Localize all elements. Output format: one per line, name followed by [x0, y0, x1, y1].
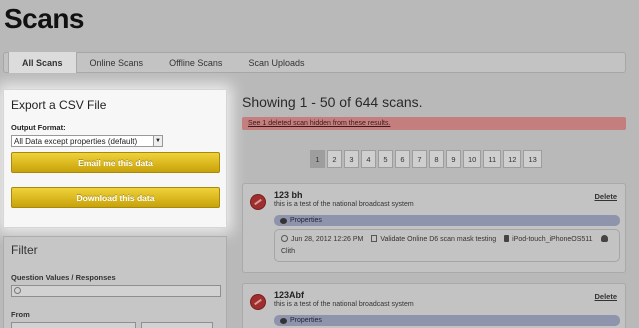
output-format-label: Output Format: [11, 123, 66, 132]
page-button[interactable]: 6 [395, 150, 410, 168]
properties-label: Properties [290, 317, 322, 324]
scan-date: Jun 28, 2012 12:26 PM [281, 235, 363, 243]
properties-label: Properties [290, 217, 322, 224]
scan-status-icon [250, 194, 266, 210]
page-button[interactable]: 4 [361, 150, 376, 168]
page-button[interactable]: 12 [503, 150, 522, 168]
delete-scan-link[interactable]: Delete [594, 292, 617, 301]
page-button-current[interactable]: 1 [310, 150, 325, 168]
deleted-scan-banner: See 1 deleted scan hidden from these res… [242, 117, 626, 130]
scan-description: this is a test of the national broadcast… [274, 301, 414, 308]
tab-scan-uploads[interactable]: Scan Uploads [235, 53, 317, 72]
output-format-select[interactable]: All Data except properties (default) ▼ [11, 135, 163, 147]
delete-scan-link[interactable]: Delete [594, 192, 617, 201]
email-data-button[interactable]: Email me this data [11, 152, 220, 173]
from-label: From [11, 310, 30, 319]
scan-title[interactable]: 123Abf [274, 290, 618, 300]
scan-description: this is a test of the national broadcast… [274, 201, 414, 208]
scan-card: 123Abf this is a test of the national br… [242, 283, 626, 328]
scan-test-name: Validate Online D6 scan mask testing [371, 235, 496, 243]
user-icon [600, 235, 608, 242]
page-button[interactable]: 11 [483, 150, 502, 168]
question-search-input[interactable] [11, 285, 221, 297]
phone-icon [504, 235, 510, 242]
page-button[interactable]: 10 [463, 150, 482, 168]
results-heading: Showing 1 - 50 of 644 scans. [242, 94, 423, 110]
scan-card: 123 bh this is a test of the national br… [242, 183, 626, 273]
output-format-value: All Data except properties (default) [14, 136, 138, 146]
export-csv-panel: Export a CSV File Output Format: All Dat… [3, 89, 227, 228]
page-button[interactable]: 9 [446, 150, 461, 168]
scan-device: iPod-touch_iPhoneOS511 [504, 235, 593, 243]
scan-title[interactable]: 123 bh [274, 190, 618, 200]
page-button[interactable]: 7 [412, 150, 427, 168]
document-icon [371, 235, 378, 242]
scan-tabs: All Scans Online Scans Offline Scans Sca… [3, 52, 626, 73]
speech-bubble-icon [280, 317, 287, 324]
pagination: 1 2 3 4 5 6 7 8 9 10 11 12 13 [310, 150, 542, 168]
page-button[interactable]: 8 [429, 150, 444, 168]
filter-panel: Filter Question Values / Responses From [3, 236, 227, 328]
page-title: Scans [4, 3, 85, 34]
tab-online-scans[interactable]: Online Scans [77, 53, 157, 72]
chevron-down-icon: ▼ [153, 136, 162, 146]
tab-offline-scans[interactable]: Offline Scans [156, 53, 235, 72]
from-row [11, 322, 219, 328]
scan-status-icon [250, 294, 266, 310]
search-icon [14, 287, 21, 294]
tab-all-scans[interactable]: All Scans [8, 52, 77, 73]
page-button[interactable]: 2 [327, 150, 342, 168]
page-button[interactable]: 13 [523, 150, 542, 168]
page-button[interactable]: 5 [378, 150, 393, 168]
from-date-select[interactable] [11, 322, 136, 328]
filter-title: Filter [11, 243, 38, 257]
export-panel-title: Export a CSV File [11, 98, 107, 112]
properties-toggle[interactable]: Properties [274, 215, 620, 226]
speech-bubble-icon [280, 217, 287, 224]
page-button[interactable]: 3 [344, 150, 359, 168]
question-values-label: Question Values / Responses [11, 273, 116, 282]
properties-toggle[interactable]: Properties [274, 315, 620, 326]
download-data-button[interactable]: Download this data [11, 187, 220, 208]
clock-icon [281, 235, 288, 242]
scan-meta: Jun 28, 2012 12:26 PM Validate Online D6… [274, 229, 620, 262]
deleted-scan-link[interactable]: See 1 deleted scan hidden from these res… [248, 120, 390, 127]
from-time-input[interactable] [141, 322, 213, 328]
